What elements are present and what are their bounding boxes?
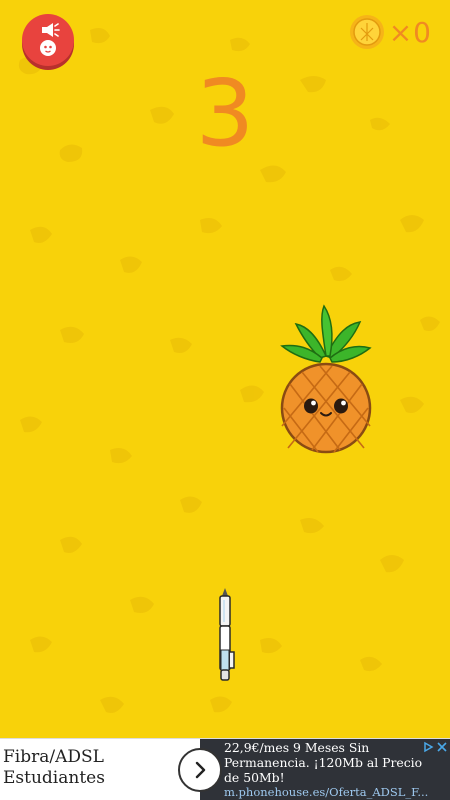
- game-screen[interactable]: ×0 3 Fibra/ADSL Estudiantes 22,9€/mes 9 …: [0, 0, 450, 800]
- ad-description: 22,9€/mes 9 Meses Sin Permanencia. ¡120M…: [224, 740, 423, 785]
- pineapple-character: [280, 304, 372, 454]
- adchoices-icon[interactable]: [422, 741, 434, 753]
- coin-count: ×0: [388, 15, 432, 49]
- pen-projectile[interactable]: [210, 588, 240, 688]
- ad-open-button[interactable]: [178, 748, 222, 792]
- coin-counter: ×0: [349, 14, 432, 50]
- score-counter: 3: [195, 60, 255, 167]
- ad-title[interactable]: Fibra/ADSL Estudiantes: [3, 747, 163, 789]
- chevron-right-icon: [195, 761, 206, 779]
- speaker-face-icon: [40, 23, 60, 56]
- sound-toggle-button[interactable]: [22, 14, 74, 66]
- coin-icon: [349, 15, 384, 49]
- ad-url[interactable]: m.phonehouse.es/Oferta_ADSL_F...: [224, 785, 442, 799]
- ad-banner[interactable]: Fibra/ADSL Estudiantes 22,9€/mes 9 Meses…: [0, 738, 450, 800]
- ad-title-line1: Fibra/ADSL: [3, 747, 104, 767]
- close-icon[interactable]: [436, 741, 448, 753]
- ad-title-line2: Estudiantes: [3, 768, 105, 788]
